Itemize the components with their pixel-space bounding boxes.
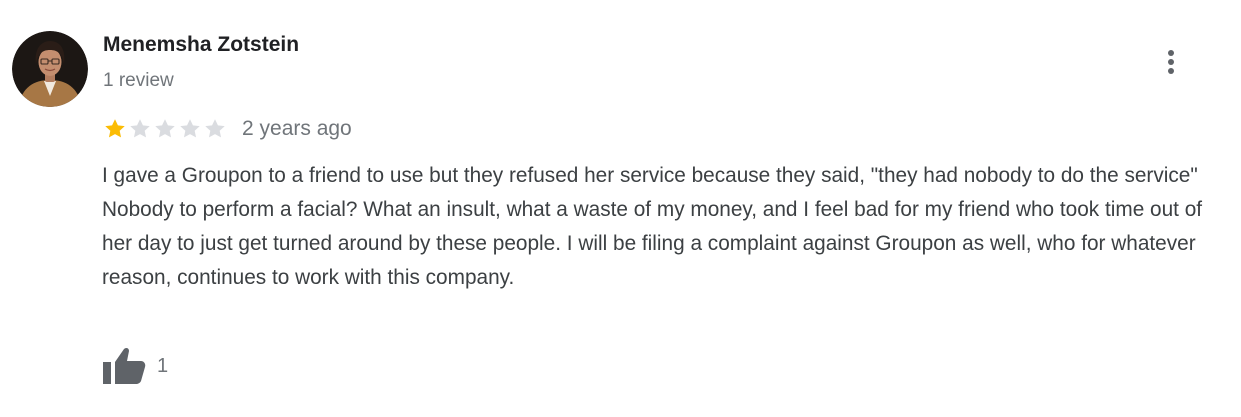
review-date: 2 years ago [242, 117, 352, 140]
star-rating [103, 117, 227, 141]
star-empty-icon [130, 119, 150, 138]
star-empty-icon [155, 119, 175, 138]
more-vertical-icon [1168, 50, 1174, 74]
star-empty-icon [205, 119, 225, 138]
rating-row: 2 years ago [103, 115, 352, 143]
author-name[interactable]: Menemsha Zotstein [103, 33, 299, 57]
review-text: I gave a Groupon to a friend to use but … [102, 164, 1203, 289]
review-card: Menemsha Zotstein 1 review 2 years ago I… [0, 0, 1241, 417]
star-filled-icon [105, 119, 125, 138]
like-button[interactable]: 1 [101, 345, 168, 387]
author-avatar[interactable] [12, 31, 88, 107]
star-empty-icon [180, 119, 200, 138]
more-options-button[interactable] [1155, 42, 1187, 82]
thumb-up-icon [103, 347, 146, 384]
like-count: 1 [157, 354, 169, 377]
author-review-count: 1 review [103, 70, 174, 91]
